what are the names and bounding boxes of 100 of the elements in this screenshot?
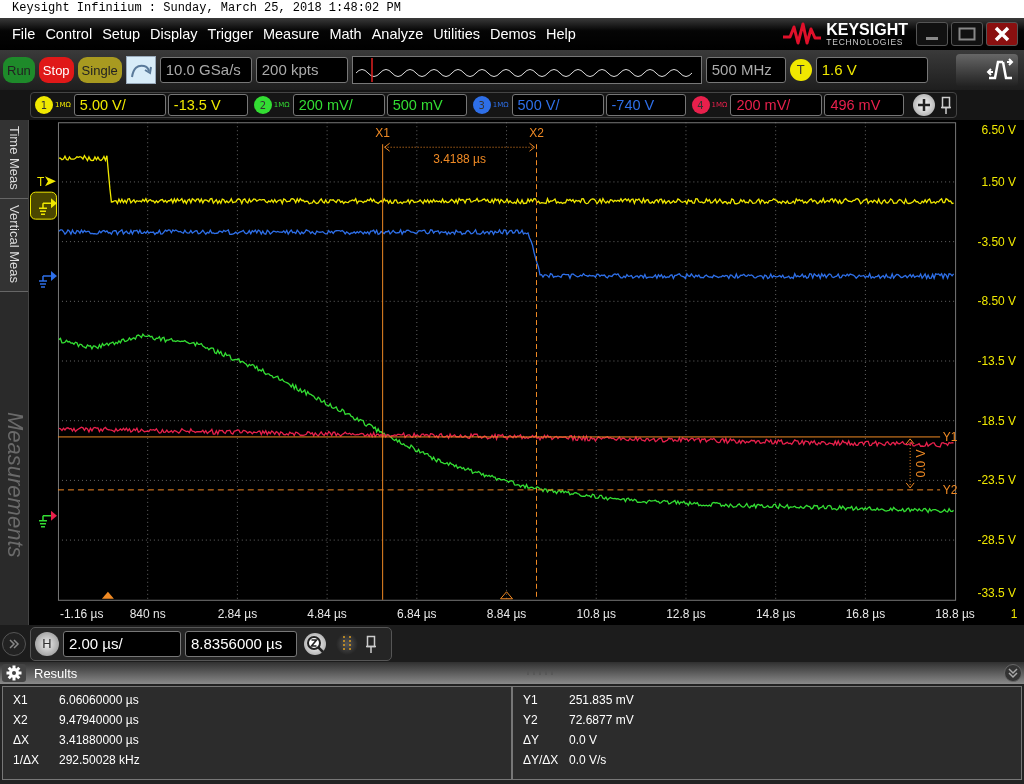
measurement-name: ΔY/ΔX — [523, 753, 560, 767]
channel-badge[interactable]: 1 — [35, 96, 53, 114]
axis-label: 840 ns — [129, 606, 166, 621]
reference-marker-icon — [500, 591, 513, 600]
measurement-value: 3.41880000 µs — [59, 733, 139, 747]
settings-icon[interactable] — [6, 665, 22, 681]
waveform-overview-drawing[interactable] — [351, 56, 702, 84]
measurement-value: 292.50028 kHz — [59, 753, 140, 767]
acquisition-button[interactable]: Stop — [38, 57, 74, 83]
measurement-value: 6.06060000 µs — [59, 693, 139, 707]
axis-label: -13.5 V — [977, 354, 1016, 368]
maximize-button[interactable] — [951, 22, 983, 46]
close-icon[interactable] — [994, 26, 1010, 42]
channel-scale-field[interactable]: 200 mV/ — [730, 94, 823, 116]
pin-icon[interactable] — [365, 634, 377, 653]
menu-item[interactable]: Setup — [102, 26, 141, 42]
axis-label: -18.5 V — [977, 413, 1016, 428]
axis-label: 16.8 µs — [845, 606, 886, 621]
channel-offset-field[interactable]: 496 mV — [824, 94, 905, 116]
menu-item[interactable]: File — [12, 26, 36, 42]
measurement-name: ΔX — [13, 733, 31, 747]
measurement-value: 251.835 mV — [569, 693, 634, 707]
channel-badge[interactable]: 2 — [253, 96, 272, 114]
time-position-field[interactable]: 8.8356000 µs — [185, 630, 297, 657]
expand-button[interactable] — [2, 631, 26, 656]
menu-item[interactable]: Utilities — [433, 26, 480, 42]
axis-label: 6.84 µs — [397, 606, 437, 621]
axis-label: 8.84 µs — [486, 606, 527, 621]
channel-scale-field[interactable]: 5.00 V/ — [73, 94, 166, 116]
menu-item[interactable]: Demos — [489, 26, 536, 42]
menu-item[interactable]: Help — [545, 26, 576, 42]
window-title: Keysight Infiniium : Sunday, March 25, 2018 1:48:02 PM — [0, 0, 1024, 18]
ground-marker-icon — [29, 191, 57, 220]
grip-icon[interactable] — [526, 670, 555, 676]
measurement-name: 1/ΔX — [13, 753, 41, 767]
trigger-level-field[interactable]: 1.6 V — [815, 57, 928, 83]
cursor-readout: 3.4188 µs — [433, 152, 486, 167]
acquisition-button[interactable]: Single — [77, 57, 122, 83]
axis-label: 2.84 µs — [217, 606, 258, 621]
measurement-value: 0.0 V — [569, 733, 598, 747]
cursor-label: Y2 — [942, 482, 958, 497]
time-scale-field[interactable]: 2.00 µs/ — [63, 630, 181, 657]
channel-scale-field[interactable]: 500 V/ — [511, 94, 604, 116]
axis-label: 1 — [1010, 606, 1018, 621]
measurement-name: X2 — [13, 713, 29, 727]
cursor-label: X1 — [375, 126, 390, 141]
measurement-value: 72.6877 mV — [569, 713, 634, 727]
measurement-name: Y2 — [523, 713, 539, 727]
minimize-button[interactable] — [916, 22, 948, 46]
cursor-label: Y1 — [942, 429, 958, 444]
axis-label: 10.8 µs — [576, 606, 616, 621]
axis-label: -1.16 µs — [59, 606, 104, 621]
wave-logo-icon[interactable] — [782, 21, 823, 47]
channel-offset-field[interactable]: -13.5 V — [167, 94, 248, 116]
menu-item[interactable]: Math — [329, 26, 362, 42]
settings-button[interactable] — [2, 664, 26, 682]
axis-label: 1.50 V — [981, 174, 1016, 189]
measurement-value: 9.47940000 µs — [59, 713, 139, 727]
maximize-icon[interactable] — [958, 26, 976, 42]
ground-marker-icon — [38, 271, 57, 288]
logo-tagline: TECHNOLOGIES — [826, 37, 905, 47]
menu-item[interactable]: Control — [45, 26, 93, 42]
side-tab[interactable]: Vertical Meas — [0, 198, 28, 292]
axis-label: 6.50 V — [981, 123, 1016, 138]
channel-offset-field[interactable]: -740 V — [605, 94, 686, 116]
memory-depth-field[interactable]: 200 kpts — [255, 57, 348, 83]
measurement-arrow — [905, 438, 915, 489]
measurement-value: 0.0 V/s — [569, 753, 607, 767]
close-button[interactable] — [986, 22, 1018, 46]
axis-label: -23.5 V — [977, 473, 1016, 488]
menu-item[interactable]: Display — [150, 26, 198, 42]
panel-title: Results — [34, 665, 78, 681]
channel-scale-field[interactable]: 200 mV/ — [292, 94, 385, 116]
axis-label: 18.8 µs — [935, 606, 975, 621]
step-arrows-icon[interactable] — [986, 58, 1014, 82]
bandwidth-field[interactable]: 500 MHz — [705, 57, 786, 83]
double-chevron-icon[interactable] — [8, 637, 20, 650]
menu-item[interactable]: Trigger — [207, 26, 253, 42]
axis-label: -8.50 V — [977, 294, 1016, 309]
side-tab[interactable]: Time Meas — [0, 120, 28, 199]
acquisition-button[interactable]: Run — [3, 57, 35, 83]
trigger-badge[interactable]: T — [789, 59, 812, 81]
horizontal-badge[interactable]: H — [35, 631, 59, 656]
cursor-readout: 0.0 V — [914, 449, 929, 478]
measurement-name: ΔY — [523, 733, 541, 747]
menu-item[interactable]: Analyze — [371, 26, 424, 42]
reference-marker-icon — [101, 591, 114, 599]
menu-item[interactable]: Measure — [262, 26, 320, 42]
panel-watermark-text: Measurements — [1, 411, 28, 558]
axis-label: 12.8 µs — [666, 606, 706, 621]
axis-label: -28.5 V — [977, 533, 1016, 548]
sample-rate-field[interactable]: 10.0 GSa/s — [159, 57, 252, 83]
waveform-mode-button[interactable] — [956, 54, 1018, 86]
axis-label: -3.50 V — [977, 234, 1016, 249]
logo-text: KEYSIGHT — [826, 21, 908, 38]
ground-marker-icon — [38, 510, 57, 528]
pin-icon[interactable] — [940, 96, 953, 114]
axis-label: 4.84 µs — [307, 606, 347, 621]
channel-offset-field[interactable]: 500 mV — [386, 94, 467, 116]
axis-label: -33.5 V — [977, 585, 1016, 600]
